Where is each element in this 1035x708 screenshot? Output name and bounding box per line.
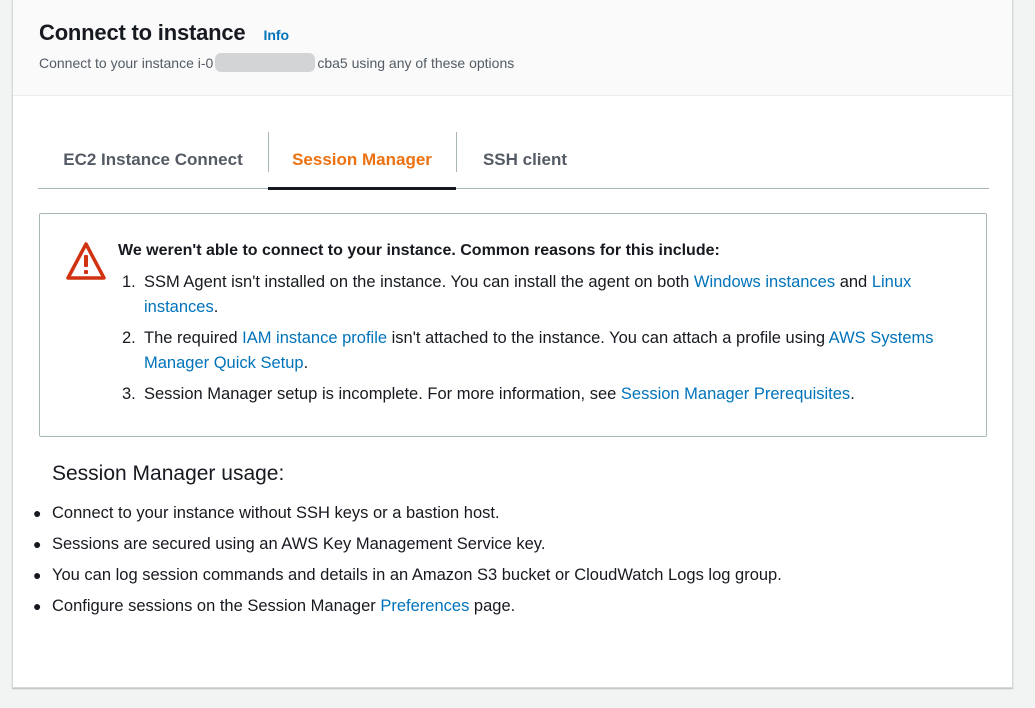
- prerequisites-link[interactable]: Session Manager Prerequisites: [621, 385, 850, 403]
- list-number: 3.: [122, 385, 136, 403]
- text-segment: The required: [144, 329, 243, 347]
- tab-ssh-client[interactable]: SSH client: [456, 132, 594, 188]
- list-item: 3. Session Manager setup is incomplete. …: [122, 382, 942, 407]
- text-segment: Configure sessions on the Session Manage…: [52, 597, 381, 615]
- list-number: 1.: [122, 273, 136, 291]
- panel-header: Connect to instance Info Connect to your…: [13, 0, 1012, 96]
- list-item: ● You can log session commands and detai…: [33, 563, 782, 594]
- connection-tabs: EC2 Instance Connect Session Manager SSH…: [38, 132, 989, 190]
- tab-label: Session Manager: [292, 150, 432, 169]
- alert-reasons-list: 1. SSM Agent isn't installed on the inst…: [122, 270, 942, 413]
- list-item: ● Connect to your instance without SSH k…: [33, 501, 782, 532]
- text-segment: Session Manager setup is incomplete. For…: [144, 385, 621, 403]
- connection-error-alert: We weren't able to connect to your insta…: [39, 213, 987, 437]
- title-row: Connect to instance Info: [39, 20, 289, 46]
- text-segment: .: [213, 298, 219, 316]
- list-item: ● Sessions are secured using an AWS Key …: [33, 532, 782, 563]
- subtitle-prefix: Connect to your instance i-0: [39, 54, 214, 71]
- alert-title: We weren't able to connect to your insta…: [118, 242, 720, 259]
- list-text: You can log session commands and details…: [52, 566, 782, 584]
- tab-divider: [456, 132, 457, 172]
- tab-session-manager[interactable]: Session Manager: [268, 132, 456, 190]
- list-text: SSM Agent isn't installed on the instanc…: [144, 270, 942, 320]
- text-segment: isn't attached to the instance. You can …: [387, 329, 829, 347]
- list-text: Connect to your instance without SSH key…: [52, 504, 500, 522]
- preferences-link[interactable]: Preferences: [380, 597, 469, 615]
- tab-label: SSH client: [482, 150, 568, 169]
- list-text: Configure sessions on the Session Manage…: [52, 594, 515, 625]
- page-subtitle: Connect to your instance i-0 cba5 using …: [39, 53, 514, 72]
- bullet-icon: ●: [33, 536, 42, 552]
- tab-divider: [268, 132, 269, 172]
- connect-panel: Connect to instance Info Connect to your…: [12, 0, 1013, 688]
- list-item: ● Configure sessions on the Session Mana…: [33, 594, 782, 625]
- windows-instances-link[interactable]: Windows instances: [694, 273, 835, 291]
- list-text: Sessions are secured using an AWS Key Ma…: [52, 535, 546, 553]
- active-tab-indicator: [268, 187, 456, 190]
- list-text: The required IAM instance profile isn't …: [144, 326, 942, 376]
- iam-instance-profile-link[interactable]: IAM instance profile: [242, 329, 387, 347]
- usage-list: ● Connect to your instance without SSH k…: [33, 501, 782, 625]
- page-title: Connect to instance: [39, 20, 246, 45]
- redacted-instance-id: [215, 53, 316, 72]
- text-segment: and: [835, 273, 872, 291]
- list-number: 2.: [122, 329, 136, 347]
- warning-triangle-icon: [66, 242, 106, 280]
- text-segment: .: [850, 385, 855, 403]
- bullet-icon: ●: [33, 505, 42, 521]
- subtitle-suffix: cba5 using any of these options: [317, 54, 515, 71]
- text-segment: .: [303, 354, 309, 372]
- text-segment: page.: [469, 597, 516, 615]
- list-text: Session Manager setup is incomplete. For…: [144, 382, 942, 407]
- usage-heading: Session Manager usage:: [52, 462, 285, 485]
- list-item: 1. SSM Agent isn't installed on the inst…: [122, 270, 942, 320]
- tab-ec2-instance-connect[interactable]: EC2 Instance Connect: [38, 132, 268, 188]
- tab-label: EC2 Instance Connect: [63, 150, 243, 169]
- list-item: 2. The required IAM instance profile isn…: [122, 326, 942, 376]
- info-link[interactable]: Info: [263, 27, 289, 43]
- text-segment: SSM Agent isn't installed on the instanc…: [144, 273, 694, 291]
- bullet-icon: ●: [33, 567, 42, 583]
- bullet-icon: ●: [33, 598, 42, 614]
